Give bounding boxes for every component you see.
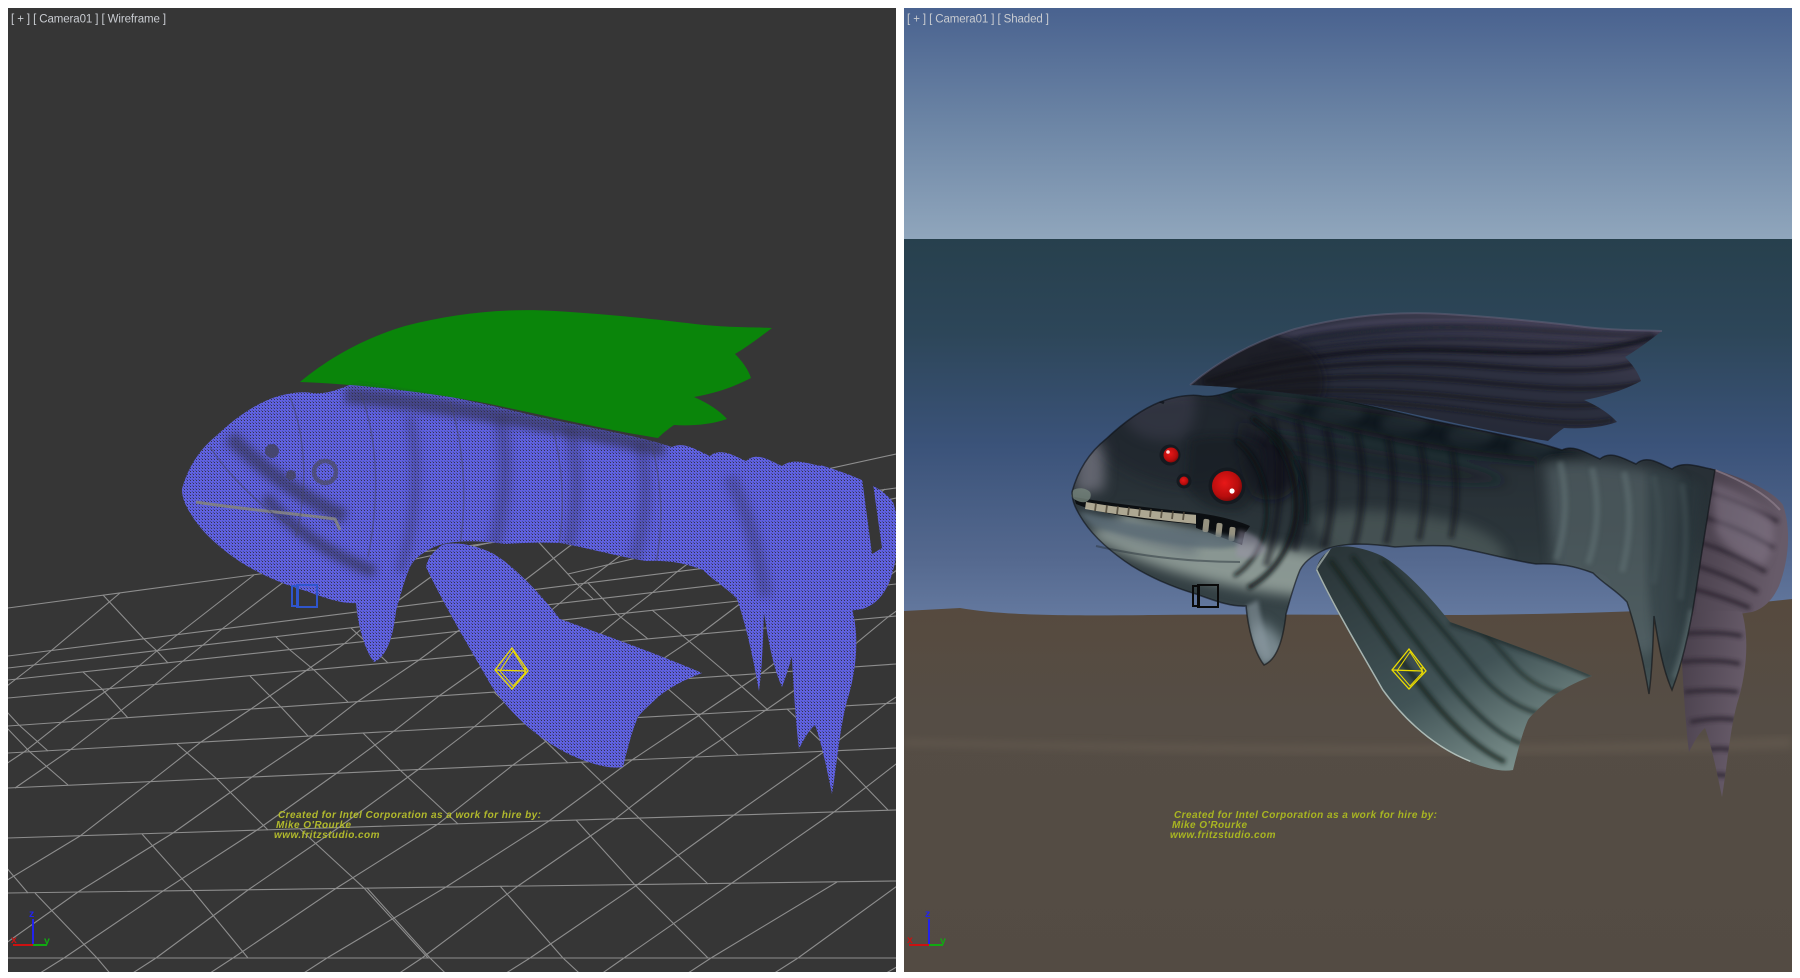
svg-text:z: z — [29, 908, 34, 920]
svg-text:[ + ] [ Camera01 ] [ Shaded ]: [ + ] [ Camera01 ] [ Shaded ] — [907, 14, 1049, 26]
svg-text:www.fritzstudio.com: www.fritzstudio.com — [274, 830, 380, 841]
svg-text:www.fritzstudio.com: www.fritzstudio.com — [1170, 830, 1276, 841]
svg-text:x: x — [11, 934, 17, 946]
svg-text:y: y — [44, 935, 50, 947]
svg-text:x: x — [907, 934, 913, 946]
svg-text:z: z — [925, 908, 930, 920]
svg-text:[ + ] [ Camera01 ] [ Wireframe: [ + ] [ Camera01 ] [ Wireframe ] — [11, 14, 166, 26]
svg-text:y: y — [940, 935, 946, 947]
